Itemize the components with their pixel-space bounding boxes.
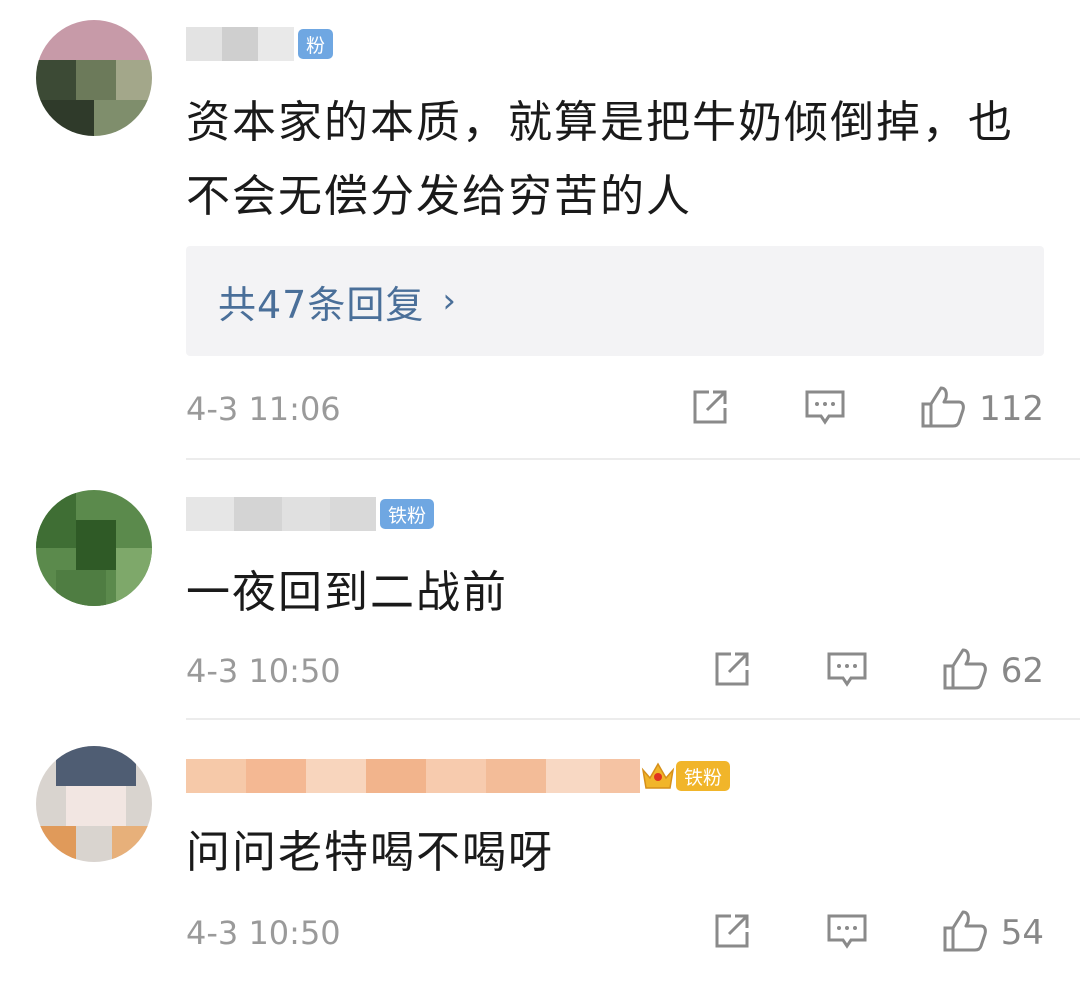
iron-fan-badge: 铁粉 (380, 499, 435, 529)
divider (186, 458, 1080, 460)
thumbs-up-icon[interactable] (919, 384, 967, 434)
crown-icon (640, 760, 676, 792)
fan-badge: 粉 (298, 29, 334, 59)
timestamp: 4-3 10:50 (186, 914, 341, 952)
like-count: 62 (1000, 651, 1044, 691)
action-bar: 62 (711, 646, 1044, 696)
avatar[interactable] (36, 20, 152, 136)
comment-icon[interactable] (825, 910, 869, 956)
avatar[interactable] (36, 490, 152, 606)
username[interactable]: 铁粉 (186, 756, 731, 796)
action-bar: 54 (711, 908, 1044, 958)
thumbs-up-icon[interactable] (941, 646, 989, 696)
comment-icon[interactable] (803, 386, 847, 432)
like-count: 112 (979, 389, 1044, 429)
comment-meta: 4-3 11:06 112 (186, 384, 1044, 434)
comment-meta: 4-3 10:50 54 (186, 908, 1044, 958)
share-icon[interactable] (711, 910, 753, 956)
thumbs-up-icon[interactable] (941, 908, 989, 958)
timestamp: 4-3 11:06 (186, 390, 341, 428)
blurred-username (186, 497, 376, 531)
blurred-username (186, 759, 640, 793)
comment-text: 问问老特喝不喝呀 (186, 827, 554, 878)
username[interactable]: 铁粉 (186, 494, 435, 534)
replies-count-label: 共47条回复 (218, 282, 425, 327)
username[interactable]: 粉 (186, 24, 334, 64)
action-bar: 112 (689, 384, 1044, 434)
timestamp: 4-3 10:50 (186, 652, 341, 690)
avatar[interactable] (36, 746, 152, 862)
comment-meta: 4-3 10:50 62 (186, 646, 1044, 696)
iron-fan-badge: 铁粉 (676, 761, 731, 791)
comment-icon[interactable] (825, 648, 869, 694)
divider (186, 718, 1080, 720)
comment-text: 资本家的本质，就算是把牛奶倾倒掉，也不会无偿分发给穷苦的人 (186, 97, 1014, 222)
view-replies-button[interactable]: 共47条回复 › (186, 246, 1044, 356)
blurred-username (186, 27, 294, 61)
share-icon[interactable] (711, 648, 753, 694)
comment-text: 一夜回到二战前 (186, 567, 508, 618)
chevron-right-icon: › (442, 281, 456, 321)
share-icon[interactable] (689, 386, 731, 432)
like-count: 54 (1000, 913, 1044, 953)
